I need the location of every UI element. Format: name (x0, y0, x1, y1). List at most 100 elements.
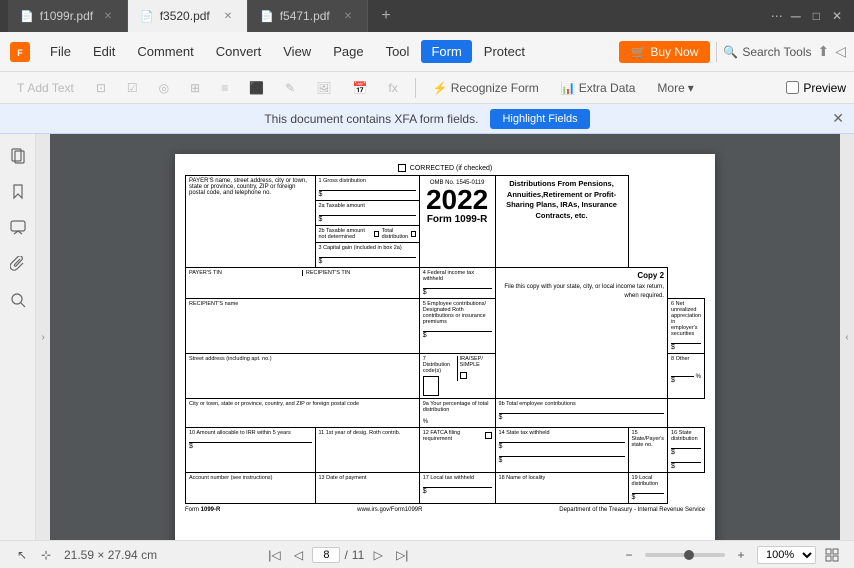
zoom-controls: − + 100% 75% 125% 150% (619, 545, 842, 565)
corrected-row: CORRECTED (if checked) (185, 164, 705, 172)
buy-now-button[interactable]: 🛒 Buy Now (619, 41, 710, 63)
current-page-input[interactable] (312, 547, 340, 563)
list-tool[interactable]: ≡ (212, 77, 237, 99)
copy-desc-cell: Copy 2 File this copy with your state, c… (495, 268, 668, 399)
search-icon: 🔍 (723, 45, 738, 59)
form-number: Form 1099-R (424, 214, 491, 225)
next-page-button[interactable]: ▷ (368, 545, 388, 565)
form-footer: Form 1099-R www.irs.gov/Form1099R Depart… (185, 507, 705, 513)
menu-tool[interactable]: Tool (376, 40, 420, 63)
combo-tool[interactable]: ⊞ (181, 77, 209, 99)
state-dist-cell: 16 State distribution $ $ (668, 428, 705, 473)
new-tab-button[interactable]: + (372, 2, 400, 30)
menu-convert[interactable]: Convert (206, 40, 272, 63)
last-page-button[interactable]: ▷| (392, 545, 412, 565)
sidebar-pages[interactable] (4, 142, 32, 170)
zoom-in-button[interactable]: + (731, 545, 751, 565)
minimize-button[interactable]: ─ (787, 8, 805, 24)
recognize-form-button[interactable]: ⚡ Recognize Form (424, 77, 548, 99)
zoom-out-button[interactable]: − (619, 545, 639, 565)
corrected-label: CORRECTED (if checked) (410, 165, 492, 172)
highlight-fields-button[interactable]: Highlight Fields (490, 109, 589, 129)
menu-file[interactable]: File (40, 40, 81, 63)
menu-view[interactable]: View (273, 40, 321, 63)
radio-icon: ◎ (159, 81, 169, 95)
notification-bar: This document contains XFA form fields. … (0, 104, 854, 134)
sidebar-comment[interactable] (4, 214, 32, 242)
ira-sep-cell: IRA/SEP/ SIMPLE (457, 356, 492, 381)
form-bottom-label: Form 1099-R (185, 507, 220, 513)
pointer-tool[interactable]: ↖ (12, 545, 32, 565)
copy-label: Copy 2 (499, 271, 665, 280)
more-button[interactable]: More ▾ (648, 77, 702, 99)
right-panel-toggle[interactable]: ‹ (840, 134, 854, 540)
search-tools-button[interactable]: 🔍 Search Tools (723, 45, 811, 59)
first-year-cell: 11 1st year of desig. Roth contrib. (315, 428, 419, 473)
tin-row: PAYER'S TIN RECIPIENT'S TIN (189, 270, 416, 276)
sidebar-attachment[interactable] (4, 250, 32, 278)
first-page-button[interactable]: |◁ (264, 545, 284, 565)
add-text-button[interactable]: T Add Text (8, 77, 83, 99)
payer-name-cell: PAYER'S name, street address, city or to… (186, 176, 316, 268)
tab-close-2[interactable]: ✕ (221, 9, 235, 23)
extra-data-button[interactable]: 📊 Extra Data (552, 77, 645, 99)
notification-close[interactable]: ✕ (832, 110, 844, 127)
tab-close-3[interactable]: ✕ (341, 9, 355, 23)
external-link-icon[interactable]: ⬆ (817, 43, 829, 60)
taxable-amt-label: 2a Taxable amount (319, 203, 416, 209)
recipient-tin: RECIPIENT'S TIN (303, 270, 416, 276)
menu-protect[interactable]: Protect (474, 40, 535, 63)
prev-page-button[interactable]: ◁ (288, 545, 308, 565)
maximize-button[interactable]: □ (809, 9, 824, 23)
btn-tool[interactable]: ⬛ (240, 77, 273, 99)
sign-tool[interactable]: ✎ (276, 77, 304, 99)
list-icon: ≡ (221, 81, 228, 95)
ira-checkbox[interactable] (460, 372, 467, 379)
sidebar-search[interactable] (4, 286, 32, 314)
taxable-undet-checkbox[interactable] (374, 231, 378, 237)
left-sidebar (0, 134, 36, 540)
zoom-slider[interactable] (645, 553, 725, 557)
menu-comment[interactable]: Comment (127, 40, 203, 63)
fit-page-icon[interactable] (822, 545, 842, 565)
text-select-tool[interactable]: ⊹ (36, 545, 56, 565)
page-dimensions: 21.59 × 27.94 cm (64, 548, 157, 562)
net-unrealized-cell: 6 Net unrealized appreciation in employe… (668, 299, 705, 354)
preview-checkbox[interactable] (786, 81, 799, 94)
pct-total-cell: 9a Your percentage of total distribution… (419, 399, 495, 428)
amount-ira-cell: 10 Amount allocable to IRR within 5 year… (186, 428, 316, 473)
pdf-area: CORRECTED (if checked) PAYER'S name, str… (50, 134, 840, 540)
taxable-undet-row: 2b Taxable amount not determined Total d… (319, 228, 416, 240)
menu-edit[interactable]: Edit (83, 40, 125, 63)
btn-icon: ⬛ (249, 81, 264, 95)
formula-tool[interactable]: fx (379, 77, 406, 99)
dist-code-row: 7 Distribution code(s) IRA/SEP/ SIMPLE (423, 356, 492, 396)
sidebar-bookmark[interactable] (4, 178, 32, 206)
cap-gain-cell: 3 Capital gain (included in box 2a) $ (315, 243, 419, 268)
gross-dist-label: 1 Gross distribution (319, 178, 416, 184)
page-separator: / (344, 548, 347, 562)
radio-tool[interactable]: ◎ (150, 77, 178, 99)
tab-f1099r[interactable]: 📄 f1099r.pdf ✕ (8, 0, 128, 32)
select-tool[interactable]: ⊡ (87, 77, 115, 99)
image-tool[interactable]: 🖼 (307, 77, 340, 99)
zoom-select[interactable]: 100% 75% 125% 150% (757, 546, 816, 564)
menu-form[interactable]: Form (421, 40, 471, 63)
state-payer-cell: 15 State/Payer's state no. (628, 428, 668, 473)
tab-close-1[interactable]: ✕ (101, 9, 115, 23)
tab-f5471[interactable]: 📄 f5471.pdf ✕ (248, 0, 368, 32)
menu-page[interactable]: Page (323, 40, 373, 63)
total-dist-checkbox[interactable] (411, 231, 415, 237)
tab-label-2: f3520.pdf (160, 9, 210, 23)
back-icon[interactable]: ◁ (835, 43, 846, 60)
local-tax-cell: 17 Local tax withheld $ (419, 473, 495, 504)
window-menu[interactable]: ⋯ (771, 9, 783, 23)
date-tool[interactable]: 📅 (343, 77, 376, 99)
close-button[interactable]: ✕ (828, 9, 846, 23)
corrected-checkbox[interactable] (398, 164, 406, 172)
tab-f3520[interactable]: 📄 f3520.pdf ✕ (128, 0, 248, 32)
left-panel-toggle[interactable]: › (36, 134, 50, 540)
fatca-checkbox[interactable] (485, 432, 491, 439)
checkbox-tool[interactable]: ☑ (118, 77, 147, 99)
status-left: ↖ ⊹ 21.59 × 27.94 cm (12, 545, 157, 565)
